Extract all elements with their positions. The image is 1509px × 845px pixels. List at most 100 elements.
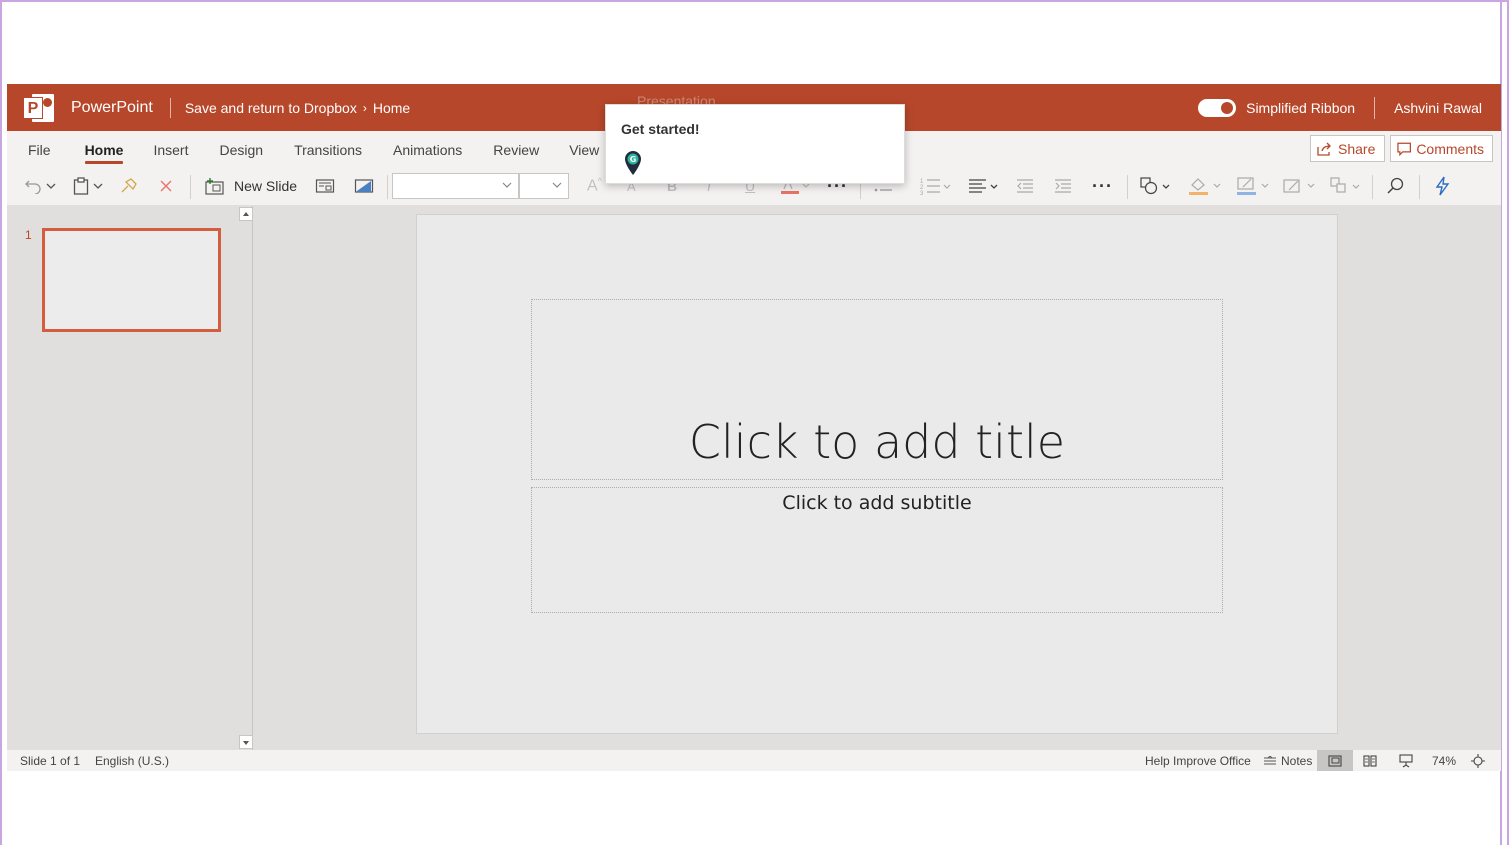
paint-bucket-icon — [1189, 178, 1221, 195]
simplified-ribbon-toggle[interactable] — [1198, 98, 1237, 117]
title-placeholder[interactable]: Click to add title — [531, 299, 1223, 480]
breadcrumb-dropbox[interactable]: Save and return to Dropbox — [185, 100, 357, 116]
slide-canvas[interactable]: Click to add title Click to add subtitle — [416, 214, 1338, 734]
lightning-icon — [1435, 176, 1450, 196]
shape-effects-button[interactable] — [1282, 171, 1318, 201]
toolbar-divider — [1372, 175, 1373, 199]
tab-review[interactable]: Review — [493, 131, 539, 169]
powerpoint-logo-icon[interactable]: P — [21, 90, 57, 126]
comments-button[interactable]: Comments — [1390, 135, 1493, 162]
decrease-indent-icon — [1017, 179, 1033, 193]
layout-button[interactable] — [315, 171, 335, 201]
decrease-indent-button[interactable] — [1016, 171, 1034, 201]
shape-effects-icon — [1283, 179, 1315, 193]
slideshow-button[interactable] — [1399, 750, 1413, 771]
tab-insert[interactable]: Insert — [153, 131, 188, 169]
zoom-level[interactable]: 74% — [1432, 754, 1456, 768]
title-divider-right — [1374, 96, 1376, 119]
svg-text:3: 3 — [920, 191, 924, 195]
title-divider — [169, 97, 171, 118]
chevron-down-icon — [46, 183, 56, 189]
toolbar-divider — [1419, 175, 1420, 199]
format-background-button[interactable] — [354, 171, 374, 201]
breadcrumb-home[interactable]: Home — [373, 100, 410, 116]
format-painter-icon — [121, 178, 137, 193]
editing-workspace: 1 Click to add title Click to add subtit… — [7, 206, 1501, 750]
slide-thumbnail[interactable] — [42, 228, 221, 332]
chevron-down-icon — [552, 182, 562, 188]
paste-button[interactable] — [73, 171, 103, 201]
new-slide-icon — [205, 178, 224, 195]
slide-counter: Slide 1 of 1 — [20, 754, 81, 768]
shapes-button[interactable] — [1140, 171, 1174, 201]
slide-thumbnail-pane: 1 — [7, 206, 253, 750]
language-indicator[interactable]: English (U.S.) — [95, 754, 169, 768]
undo-icon — [25, 180, 41, 194]
app-name[interactable]: PowerPoint — [71, 99, 153, 117]
tab-animations[interactable]: Animations — [393, 131, 462, 169]
shape-fill-button[interactable] — [1188, 171, 1224, 201]
format-background-icon — [354, 179, 374, 193]
clipboard-icon — [73, 177, 89, 195]
close-icon — [160, 180, 172, 192]
find-button[interactable] — [1386, 171, 1404, 201]
normal-view-button[interactable] — [1317, 750, 1353, 771]
align-left-icon — [969, 179, 998, 193]
ribbon-tabs: File Home Insert Design Transitions Anim… — [7, 131, 599, 169]
slide-sorter-icon — [1363, 754, 1377, 767]
help-improve-office-link[interactable]: Help Improve Office — [1145, 754, 1251, 768]
notes-button[interactable]: Notes — [1263, 750, 1312, 771]
font-name-select[interactable] — [392, 173, 519, 199]
tab-transitions[interactable]: Transitions — [294, 131, 362, 169]
share-button[interactable]: Share — [1310, 135, 1385, 162]
comments-label: Comments — [1416, 140, 1484, 157]
search-icon — [1387, 177, 1404, 194]
numbering-button[interactable]: 123 — [920, 171, 954, 201]
share-label: Share — [1338, 140, 1376, 157]
scroll-down-icon[interactable] — [239, 735, 253, 749]
user-name[interactable]: Ashvini Rawal — [1394, 100, 1482, 116]
arrange-button[interactable] — [1330, 171, 1364, 201]
increase-font-icon: A^ — [587, 176, 602, 195]
svg-text:G: G — [630, 155, 637, 164]
arrange-icon — [1330, 177, 1360, 193]
thumbnail-number: 1 — [25, 228, 32, 242]
increase-font-button[interactable]: A^ — [587, 171, 602, 201]
slideshow-icon — [1399, 753, 1413, 767]
title-placeholder-text: Click to add title — [688, 415, 1066, 469]
new-slide-button[interactable]: New Slide — [205, 171, 297, 201]
get-started-popup[interactable]: Get started! G — [605, 104, 905, 184]
layout-icon — [315, 179, 335, 193]
more-paragraph-options-button[interactable]: ··· — [1092, 171, 1113, 201]
thumbnail-scrollbar[interactable] — [239, 206, 255, 750]
align-button[interactable] — [968, 171, 1002, 201]
toolbar-divider — [387, 175, 388, 199]
tab-home[interactable]: Home — [84, 131, 123, 169]
notes-label: Notes — [1281, 753, 1313, 768]
comment-icon — [1397, 142, 1411, 156]
share-icon — [1317, 142, 1331, 156]
subtitle-placeholder[interactable]: Click to add subtitle — [531, 487, 1223, 613]
delete-button[interactable] — [159, 171, 173, 201]
increase-indent-icon — [1055, 179, 1071, 193]
tab-design[interactable]: Design — [219, 131, 263, 169]
slide-sorter-button[interactable] — [1363, 750, 1377, 771]
tab-file[interactable]: File — [28, 131, 51, 169]
normal-view-icon — [1328, 754, 1342, 767]
numbering-icon: 123 — [920, 179, 951, 195]
shape-outline-button[interactable] — [1236, 171, 1272, 201]
font-size-select[interactable] — [519, 173, 569, 199]
increase-indent-button[interactable] — [1054, 171, 1072, 201]
undo-button[interactable] — [25, 171, 56, 201]
format-painter-button[interactable] — [120, 171, 138, 201]
designer-button[interactable] — [1434, 171, 1450, 201]
grammarly-pin-icon[interactable]: G — [623, 150, 643, 176]
popup-title: Get started! — [621, 121, 700, 137]
fit-to-window-button[interactable] — [1471, 750, 1485, 771]
chevron-down-icon — [93, 183, 103, 189]
new-slide-label: New Slide — [234, 178, 298, 194]
scroll-up-icon[interactable] — [239, 207, 253, 221]
shapes-icon — [1140, 177, 1170, 195]
tab-view[interactable]: View — [569, 131, 599, 169]
breadcrumb-chevron-icon: › — [362, 100, 367, 115]
